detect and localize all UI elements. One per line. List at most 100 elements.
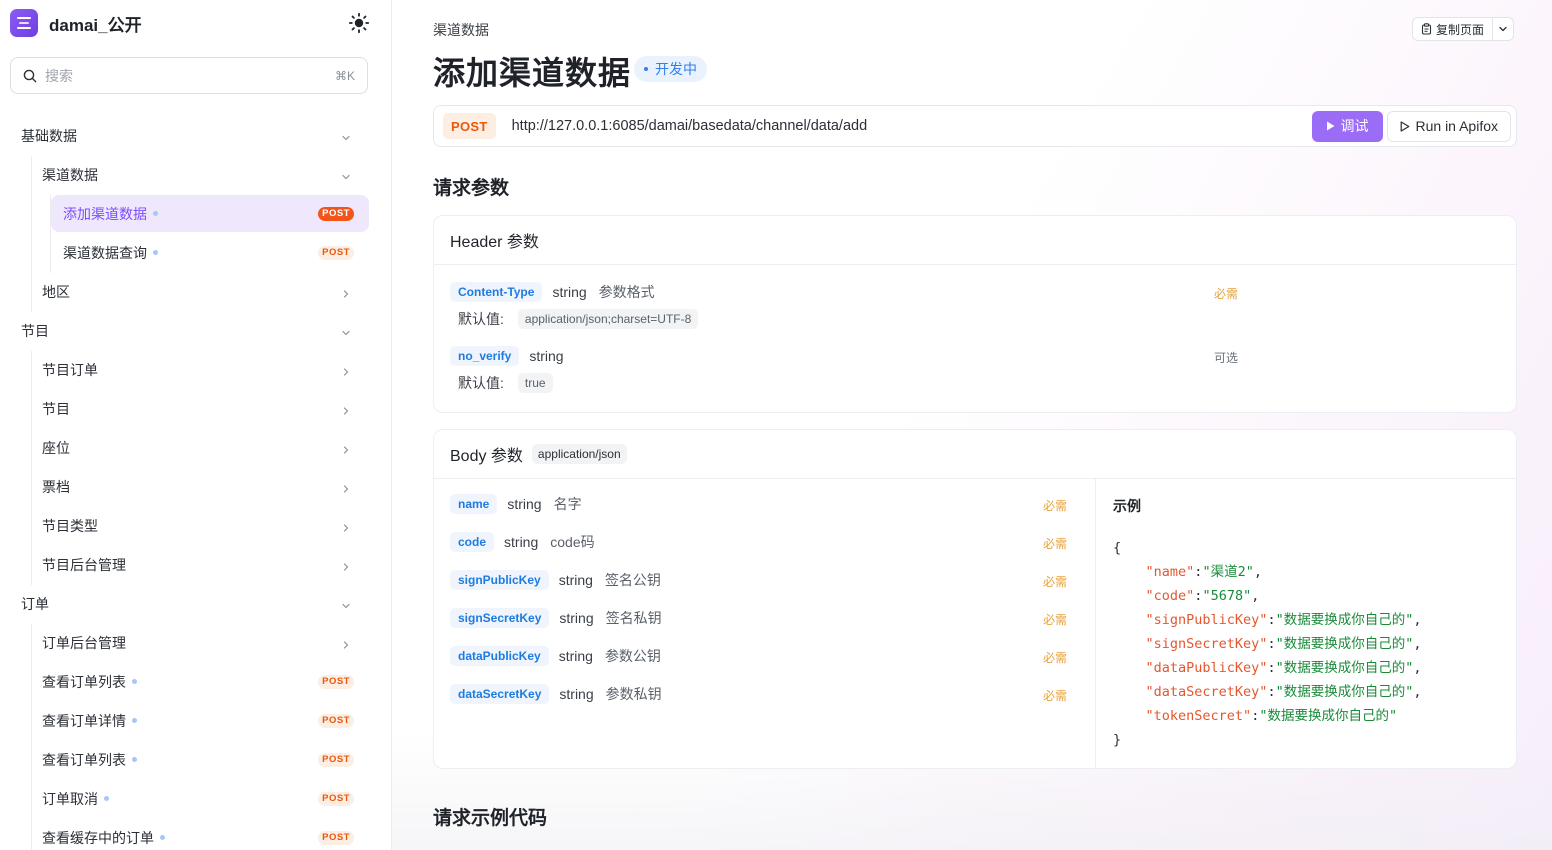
sidebar-item[interactable]: 查看缓存中的订单 POST bbox=[0, 818, 391, 850]
param-desc: 参数格式 bbox=[598, 284, 655, 300]
param-name[interactable]: name bbox=[450, 494, 498, 514]
code-line: "signPublicKey":"数据要换成你自己的", bbox=[1145, 612, 1422, 628]
sidebar-item[interactable]: 地区 bbox=[0, 272, 391, 311]
code-comma: , bbox=[1253, 564, 1262, 580]
sidebar-item[interactable]: 查看订单详情 POST bbox=[0, 701, 391, 740]
sidebar-item-label: 添加渠道数据 bbox=[63, 205, 147, 222]
chevron-down-icon[interactable] bbox=[341, 169, 351, 180]
status-dot bbox=[104, 796, 109, 801]
chevron-right-icon[interactable] bbox=[341, 286, 351, 298]
chevron-right-icon[interactable] bbox=[341, 481, 351, 493]
param-name[interactable]: dataPublicKey bbox=[450, 646, 549, 666]
param-desc: 签名私钥 bbox=[605, 610, 662, 626]
sidebar-item[interactable]: 添加渠道数据 POST bbox=[0, 194, 391, 233]
param-name[interactable]: dataSecretKey bbox=[450, 684, 550, 704]
default-value: application/json;charset=UTF-8 bbox=[517, 309, 699, 329]
param-name[interactable]: signSecretKey bbox=[450, 608, 550, 628]
status-badge[interactable]: 开发中 bbox=[634, 56, 707, 82]
sidebar-item-label: 订单 bbox=[21, 595, 49, 612]
sidebar-item[interactable]: 订单取消 POST bbox=[0, 779, 391, 818]
chevron-down-icon[interactable] bbox=[341, 325, 351, 336]
required-label: 必需 bbox=[1043, 575, 1068, 589]
param-desc: 签名公钥 bbox=[604, 572, 661, 588]
param-name[interactable]: code bbox=[450, 532, 495, 552]
debug-button[interactable]: 调试 bbox=[1311, 110, 1383, 142]
request-url[interactable]: http://127.0.0.1:6085/damai/basedata/cha… bbox=[512, 118, 1312, 134]
brand[interactable]: damai_公开 bbox=[10, 9, 142, 37]
param-type: string bbox=[529, 348, 564, 364]
code-key: "signSecretKey" bbox=[1145, 636, 1268, 652]
sidebar-item[interactable]: 票档 bbox=[0, 467, 391, 506]
sidebar-item[interactable]: 订单后台管理 bbox=[0, 623, 391, 662]
sidebar-item[interactable]: 订单 bbox=[0, 584, 391, 623]
chevron-right-icon[interactable] bbox=[341, 637, 351, 649]
app-name: damai_公开 bbox=[49, 15, 142, 35]
sidebar-item[interactable]: 节目类型 bbox=[0, 506, 391, 545]
body-params-title-text: Body 参数 bbox=[450, 448, 523, 465]
sidebar-item-label: 查看订单列表 bbox=[42, 751, 126, 768]
status-label: 开发中 bbox=[655, 61, 697, 77]
sidebar-item-label: 节目后台管理 bbox=[42, 556, 126, 573]
param-name[interactable]: signPublicKey bbox=[450, 570, 549, 590]
sidebar-item[interactable]: 查看订单列表 POST bbox=[0, 662, 391, 701]
body-param-row: dataPublicKey string 参数公钥 bbox=[450, 646, 661, 666]
clipboard-icon bbox=[1421, 23, 1432, 35]
sidebar-item-label: 订单取消 bbox=[42, 790, 98, 807]
method-badge: POST bbox=[318, 714, 354, 728]
chevron-right-icon[interactable] bbox=[341, 442, 351, 454]
code-close-brace: } bbox=[1113, 732, 1122, 748]
sidebar-item[interactable]: 基础数据 bbox=[0, 116, 391, 155]
default-value-row: 默认值: application/json;charset=UTF-8 bbox=[458, 309, 699, 329]
param-desc: 名字 bbox=[553, 496, 582, 512]
sidebar-item-label: 订单后台管理 bbox=[42, 634, 126, 651]
chevron-right-icon[interactable] bbox=[341, 559, 351, 571]
breadcrumb[interactable]: 渠道数据 bbox=[433, 20, 489, 40]
code-comma: , bbox=[1413, 636, 1422, 652]
sidebar-item[interactable]: 节目 bbox=[0, 311, 391, 350]
chevron-right-icon[interactable] bbox=[341, 364, 351, 376]
sidebar-item-label: 渠道数据查询 bbox=[63, 244, 147, 261]
code-key: "name" bbox=[1145, 564, 1195, 580]
copy-page-button[interactable]: 复制页面 bbox=[1412, 17, 1515, 41]
sidebar-nav: 基础数据 渠道数据 添加渠道数据 POST 渠道数据查询 POST 地区 节目 节目订单 节目 座位… bbox=[0, 116, 391, 850]
param-desc: 参数私钥 bbox=[605, 686, 662, 702]
sidebar-item-label: 座位 bbox=[42, 439, 70, 456]
example-code-block[interactable]: { "name":"渠道2", "code":"5678", "signPubl… bbox=[1113, 536, 1421, 752]
code-comma: , bbox=[1251, 588, 1260, 604]
param-name[interactable]: no_verify bbox=[450, 346, 520, 366]
section-title-params: 请求参数 bbox=[433, 178, 510, 199]
chevron-down-icon[interactable] bbox=[341, 130, 351, 141]
param-type: string bbox=[558, 572, 593, 588]
sidebar-item[interactable]: 查看订单列表 POST bbox=[0, 740, 391, 779]
code-key: "tokenSecret" bbox=[1145, 708, 1252, 724]
code-line: "tokenSecret":"数据要换成你自己的" bbox=[1145, 708, 1398, 724]
search-input[interactable]: 搜索 ⌘K bbox=[10, 57, 368, 94]
sidebar-item-label: 基础数据 bbox=[21, 127, 77, 144]
sidebar-item[interactable]: 座位 bbox=[0, 428, 391, 467]
header-param-row: no_verify string bbox=[450, 346, 564, 366]
sidebar-item[interactable]: 渠道数据查询 POST bbox=[0, 233, 391, 272]
sidebar-item[interactable]: 节目订单 bbox=[0, 350, 391, 389]
code-value: "渠道2" bbox=[1202, 564, 1254, 580]
body-param-row: name string 名字 bbox=[450, 494, 582, 514]
sidebar-item[interactable]: 节目后台管理 bbox=[0, 545, 391, 584]
code-line: "code":"5678", bbox=[1145, 588, 1260, 604]
page-title: 添加渠道数据 bbox=[433, 55, 632, 91]
main-content: 渠道数据 复制页面 添加渠道数据 开发中 POST http://127.0.0… bbox=[392, 0, 1552, 850]
sidebar-item-label: 地区 bbox=[42, 283, 70, 300]
app-logo-icon bbox=[10, 9, 38, 37]
sidebar-item[interactable]: 节目 bbox=[0, 389, 391, 428]
copy-options-toggle[interactable] bbox=[1492, 18, 1513, 40]
param-name[interactable]: Content-Type bbox=[450, 282, 543, 302]
sun-icon[interactable] bbox=[348, 12, 370, 34]
code-value: "数据要换成你自己的" bbox=[1275, 660, 1414, 676]
search-placeholder: 搜索 bbox=[45, 67, 73, 84]
code-key: "signPublicKey" bbox=[1145, 612, 1268, 628]
chevron-down-icon[interactable] bbox=[341, 598, 351, 609]
optional-label: 可选 bbox=[1214, 351, 1239, 365]
chevron-right-icon[interactable] bbox=[341, 403, 351, 415]
sidebar-item[interactable]: 渠道数据 bbox=[0, 155, 391, 194]
chevron-right-icon[interactable] bbox=[341, 520, 351, 532]
method-badge: POST bbox=[318, 246, 354, 260]
run-in-apifox-button[interactable]: Run in Apifox bbox=[1386, 110, 1511, 142]
